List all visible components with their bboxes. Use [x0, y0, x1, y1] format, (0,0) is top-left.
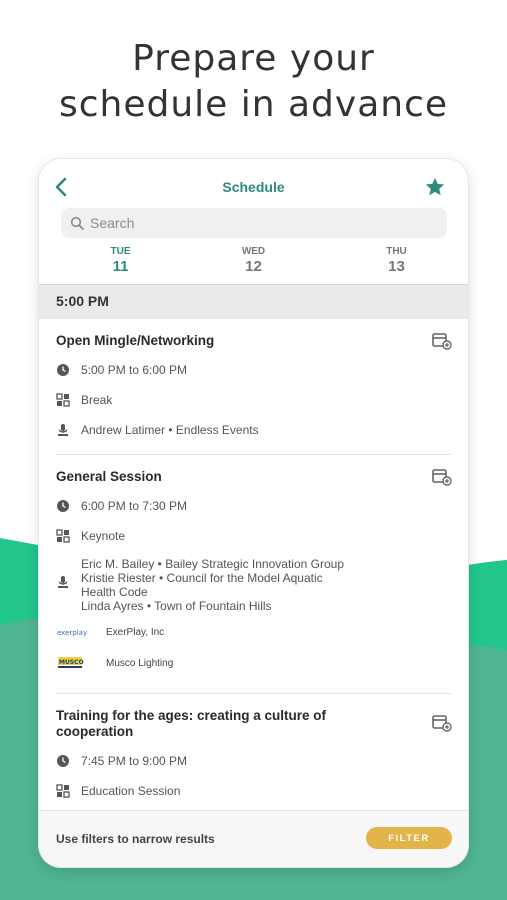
add-to-calendar-icon[interactable]: [432, 468, 452, 486]
exerplay-logo: exerplay: [57, 629, 87, 637]
session-title-line: Training for the ages: creating a cultur…: [56, 708, 327, 723]
tab-dow: WED: [241, 246, 266, 257]
clock-icon: [57, 755, 69, 767]
tab-dow: THU: [386, 246, 407, 257]
app-bar: Schedule: [39, 159, 468, 207]
time-section-label: 5:00 PM: [56, 293, 109, 309]
headline: Prepare your schedule in advance: [0, 36, 507, 128]
tab-day: 12: [245, 258, 262, 275]
speaker-icon: [58, 576, 68, 588]
session-card[interactable]: Training for the ages: creating a cultur…: [39, 694, 468, 810]
speaker-list: Eric M. Bailey • Bailey Strategic Innova…: [81, 557, 421, 613]
sponsor-name: Musco Lighting: [106, 658, 174, 669]
session-speaker: Kristie Riester • Council for the Model …: [81, 571, 323, 585]
musco-lighting-logo: MUSCO: [58, 657, 84, 668]
session-time: 7:45 PM to 9:00 PM: [81, 754, 188, 768]
tab-dow: TUE: [110, 246, 131, 257]
session-time: 5:00 PM to 6:00 PM: [81, 363, 188, 377]
session-title: General Session: [56, 469, 162, 484]
session-card[interactable]: General Session 6:00 PM to 7:30 PM Keyno…: [39, 455, 468, 693]
clock-icon: [57, 364, 69, 376]
star-icon[interactable]: [424, 176, 446, 198]
session-speaker: Linda Ayres • Town of Fountain Hills: [81, 599, 272, 613]
search-input[interactable]: [90, 208, 430, 238]
tab-day: 13: [388, 258, 405, 275]
svg-text:MUSCO: MUSCO: [59, 659, 84, 666]
category-icon: [56, 784, 70, 798]
session-list: Open Mingle/Networking 5:00 PM to 6:00 P…: [39, 318, 468, 810]
session-speakers-row: Eric M. Bailey • Bailey Strategic Innova…: [56, 557, 436, 613]
headline-line-2: schedule in advance: [58, 84, 449, 125]
search-icon: [70, 216, 84, 230]
clock-icon: [57, 500, 69, 512]
add-to-calendar-icon[interactable]: [432, 332, 452, 350]
tab-tue-11[interactable]: TUE 11: [49, 246, 192, 287]
filter-footer: Use filters to narrow results FILTER: [39, 810, 468, 867]
phone-screen: Schedule TUE 11 WED 12 THU 13 5:00 PM O: [39, 159, 468, 867]
category-icon: [56, 393, 70, 407]
session-type: Break: [81, 393, 113, 407]
add-to-calendar-icon[interactable]: [432, 714, 452, 732]
tab-wed-12[interactable]: WED 12: [182, 246, 325, 284]
session-type: Keynote: [81, 529, 126, 543]
speaker-icon: [58, 424, 68, 436]
day-tabs: TUE 11 WED 12 THU 13: [39, 246, 468, 287]
filter-button[interactable]: FILTER: [366, 827, 452, 849]
session-speaker: Eric M. Bailey • Bailey Strategic Innova…: [81, 557, 344, 571]
sponsor-row[interactable]: exerplay ExerPlay, Inc: [56, 624, 436, 642]
page-title: Schedule: [222, 179, 285, 195]
tab-thu-13[interactable]: THU 13: [325, 246, 468, 284]
sponsor-row[interactable]: MUSCO Musco Lighting: [56, 655, 436, 673]
sponsor-name: ExerPlay, Inc: [106, 627, 165, 638]
category-icon: [56, 529, 70, 543]
session-speaker: Andrew Latimer • Endless Events: [81, 423, 259, 437]
tab-day: 11: [112, 258, 129, 275]
svg-text:exerplay: exerplay: [57, 629, 87, 637]
session-title-line: cooperation: [56, 724, 134, 739]
time-section-header: 5:00 PM: [39, 284, 468, 319]
session-card[interactable]: Open Mingle/Networking 5:00 PM to 6:00 P…: [39, 318, 468, 454]
session-title: Open Mingle/Networking: [56, 333, 215, 348]
search-bar[interactable]: [61, 208, 447, 238]
session-type: Education Session: [81, 784, 181, 798]
headline-line-1: Prepare your: [132, 38, 375, 79]
session-speaker: Health Code: [81, 585, 148, 599]
session-title: Training for the ages: creating a cultur…: [56, 708, 386, 740]
filter-hint: Use filters to narrow results: [56, 832, 215, 846]
session-time: 6:00 PM to 7:30 PM: [81, 499, 188, 513]
